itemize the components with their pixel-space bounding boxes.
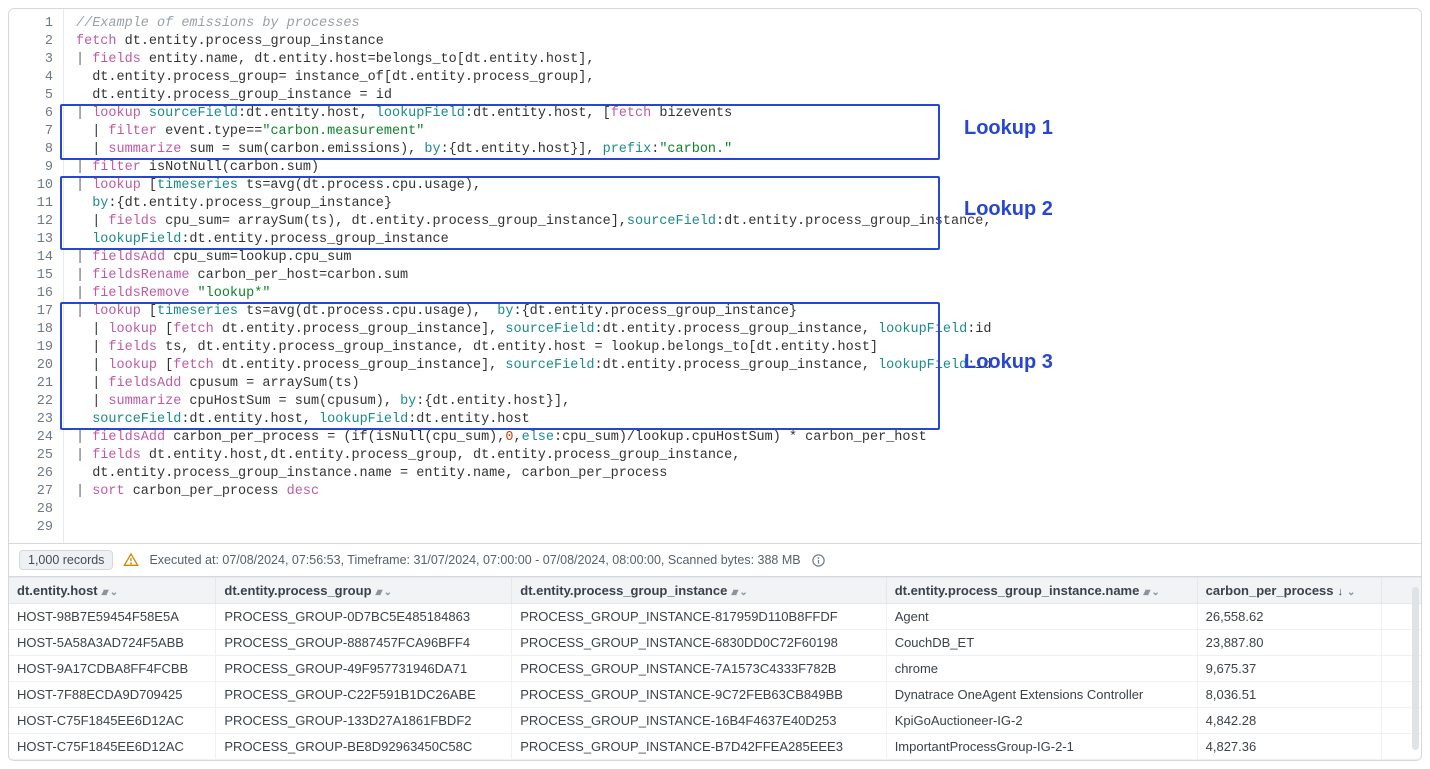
chevron-down-icon[interactable]: ⌄ [110, 587, 118, 598]
code-line[interactable]: | fieldsRename carbon_per_host=carbon.su… [76, 267, 1411, 285]
code-line[interactable] [76, 501, 1411, 519]
table-cell: Agent [886, 604, 1197, 630]
column-header[interactable]: dt.entity.host▴▾⌄ [9, 578, 216, 604]
table-cell: PROCESS_GROUP_INSTANCE-6830DD0C72F60198 [512, 630, 886, 656]
code-line[interactable]: | fieldsAdd cpusum = arraySum(ts) [76, 375, 1411, 393]
table-cell: Dynatrace OneAgent Extensions Controller [886, 682, 1197, 708]
table-cell: HOST-C75F1845EE6D12AC [9, 734, 216, 760]
code-line[interactable]: | fields ts, dt.entity.process_group_ins… [76, 339, 1411, 357]
code-line[interactable]: | fields dt.entity.host,dt.entity.proces… [76, 447, 1411, 465]
column-header[interactable]: dt.entity.process_group_instance▴▾⌄ [512, 578, 886, 604]
table-cell: HOST-5A58A3AD724F5ABB [9, 630, 216, 656]
code-line[interactable]: lookupField:dt.entity.process_group_inst… [76, 231, 1411, 249]
table-row[interactable]: HOST-5A58A3AD724F5ABBPROCESS_GROUP-88874… [9, 630, 1421, 656]
sort-icon[interactable]: ▴▾ [376, 587, 380, 598]
table-body: HOST-98B7E59454F58E5APROCESS_GROUP-0D7BC… [9, 604, 1421, 760]
code-line[interactable]: | fields entity.name, dt.entity.host=bel… [76, 51, 1411, 69]
code-line[interactable]: | fieldsAdd cpu_sum=lookup.cpu_sum [76, 249, 1411, 267]
table-cell: ImportantProcessGroup-IG-2-1 [886, 734, 1197, 760]
sort-desc-icon[interactable]: ↓ [1338, 586, 1344, 598]
table-cell: CouchDB_ET [886, 630, 1197, 656]
code-editor[interactable]: 1234567891011121314151617181920212223242… [9, 9, 1421, 544]
chevron-down-icon[interactable]: ⌄ [384, 587, 392, 598]
code-line[interactable]: | lookup [timeseries ts=avg(dt.process.c… [76, 303, 1411, 321]
code-line[interactable] [76, 519, 1411, 537]
table-cell: chrome [886, 656, 1197, 682]
table-cell: HOST-9A17CDBA8FF4FCBB [9, 656, 216, 682]
code-line[interactable]: fetch dt.entity.process_group_instance [76, 33, 1411, 51]
column-header[interactable]: dt.entity.process_group▴▾⌄ [216, 578, 512, 604]
table-row[interactable]: HOST-98B7E59454F58E5APROCESS_GROUP-0D7BC… [9, 604, 1421, 630]
results-area: dt.entity.host▴▾⌄dt.entity.process_group… [9, 577, 1421, 760]
table-cell: 4,827.36 [1197, 734, 1381, 760]
table-cell: PROCESS_GROUP-0D7BC5E485184863 [216, 604, 512, 630]
code-line[interactable]: | summarize cpuHostSum = sum(cpusum), by… [76, 393, 1411, 411]
code-line[interactable]: by:{dt.entity.process_group_instance} [76, 195, 1411, 213]
table-cell: PROCESS_GROUP_INSTANCE-7A1573C4333F782B [512, 656, 886, 682]
table-header-row: dt.entity.host▴▾⌄dt.entity.process_group… [9, 578, 1421, 604]
status-bar: 1,000 records Executed at: 07/08/2024, 0… [9, 544, 1421, 577]
line-number-gutter: 1234567891011121314151617181920212223242… [9, 9, 64, 543]
table-cell: 9,675.37 [1197, 656, 1381, 682]
vertical-scrollbar[interactable] [1412, 587, 1419, 750]
code-line[interactable]: //Example of emissions by processes [76, 15, 1411, 33]
code-line[interactable]: | filter isNotNull(carbon.sum) [76, 159, 1411, 177]
table-cell: PROCESS_GROUP-BE8D92963450C58C [216, 734, 512, 760]
table-cell: PROCESS_GROUP-49F957731946DA71 [216, 656, 512, 682]
table-cell: PROCESS_GROUP_INSTANCE-9C72FEB63CB849BB [512, 682, 886, 708]
sort-icon[interactable]: ▴▾ [102, 587, 106, 598]
table-row[interactable]: HOST-9A17CDBA8FF4FCBBPROCESS_GROUP-49F95… [9, 656, 1421, 682]
table-cell: HOST-7F88ECDA9D709425 [9, 682, 216, 708]
table-cell: HOST-98B7E59454F58E5A [9, 604, 216, 630]
table-cell: 4,842.28 [1197, 708, 1381, 734]
code-area[interactable]: //Example of emissions by processesfetch… [64, 9, 1421, 543]
table-cell: 26,558.62 [1197, 604, 1381, 630]
lookup-label: Lookup 1 [964, 119, 1053, 137]
status-text: Executed at: 07/08/2024, 07:56:53, Timef… [149, 553, 800, 567]
chevron-down-icon[interactable]: ⌄ [1347, 587, 1355, 598]
table-cell: PROCESS_GROUP-C22F591B1DC26ABE [216, 682, 512, 708]
code-line[interactable]: | fields cpu_sum= arraySum(ts), dt.entit… [76, 213, 1411, 231]
code-line[interactable]: | fieldsRemove "lookup*" [76, 285, 1411, 303]
table-cell: KpiGoAuctioneer-IG-2 [886, 708, 1197, 734]
table-row[interactable]: HOST-7F88ECDA9D709425PROCESS_GROUP-C22F5… [9, 682, 1421, 708]
query-panel: 1234567891011121314151617181920212223242… [8, 8, 1422, 761]
lookup-label: Lookup 3 [964, 353, 1053, 371]
table-row[interactable]: HOST-C75F1845EE6D12ACPROCESS_GROUP-BE8D9… [9, 734, 1421, 760]
code-line[interactable]: | lookup sourceField:dt.entity.host, loo… [76, 105, 1411, 123]
table-cell: PROCESS_GROUP-133D27A1861FBDF2 [216, 708, 512, 734]
table-cell: 23,887.80 [1197, 630, 1381, 656]
results-table[interactable]: dt.entity.host▴▾⌄dt.entity.process_group… [9, 577, 1421, 760]
record-count-badge[interactable]: 1,000 records [19, 550, 113, 570]
table-cell: HOST-C75F1845EE6D12AC [9, 708, 216, 734]
info-icon[interactable] [811, 553, 826, 568]
code-line[interactable]: | summarize sum = sum(carbon.emissions),… [76, 141, 1411, 159]
sort-icon[interactable]: ▴▾ [731, 587, 735, 598]
code-line[interactable]: | lookup [fetch dt.entity.process_group_… [76, 321, 1411, 339]
code-line[interactable]: dt.entity.process_group= instance_of[dt.… [76, 69, 1411, 87]
table-cell: PROCESS_GROUP-8887457FCA96BFF4 [216, 630, 512, 656]
table-row[interactable]: HOST-C75F1845EE6D12ACPROCESS_GROUP-133D2… [9, 708, 1421, 734]
code-line[interactable]: sourceField:dt.entity.host, lookupField:… [76, 411, 1411, 429]
lookup-label: Lookup 2 [964, 200, 1053, 218]
warning-icon[interactable] [123, 552, 139, 568]
code-line[interactable]: | filter event.type=="carbon.measurement… [76, 123, 1411, 141]
code-line[interactable]: | fieldsAdd carbon_per_process = (if(isN… [76, 429, 1411, 447]
column-header[interactable]: dt.entity.process_group_instance.name▴▾⌄ [886, 578, 1197, 604]
code-line[interactable]: dt.entity.process_group_instance.name = … [76, 465, 1411, 483]
code-line[interactable]: | lookup [fetch dt.entity.process_group_… [76, 357, 1411, 375]
code-line[interactable]: | lookup [timeseries ts=avg(dt.process.c… [76, 177, 1411, 195]
column-header[interactable]: carbon_per_process↓⌄ [1197, 578, 1381, 604]
chevron-down-icon[interactable]: ⌄ [739, 587, 747, 598]
table-cell: PROCESS_GROUP_INSTANCE-817959D110B8FFDF [512, 604, 886, 630]
table-cell: PROCESS_GROUP_INSTANCE-B7D42FFEA285EEE3 [512, 734, 886, 760]
sort-icon[interactable]: ▴▾ [1143, 587, 1147, 598]
table-cell: PROCESS_GROUP_INSTANCE-16B4F4637E40D253 [512, 708, 886, 734]
code-line[interactable]: | sort carbon_per_process desc [76, 483, 1411, 501]
chevron-down-icon[interactable]: ⌄ [1151, 587, 1159, 598]
code-line[interactable]: dt.entity.process_group_instance = id [76, 87, 1411, 105]
table-cell: 8,036.51 [1197, 682, 1381, 708]
